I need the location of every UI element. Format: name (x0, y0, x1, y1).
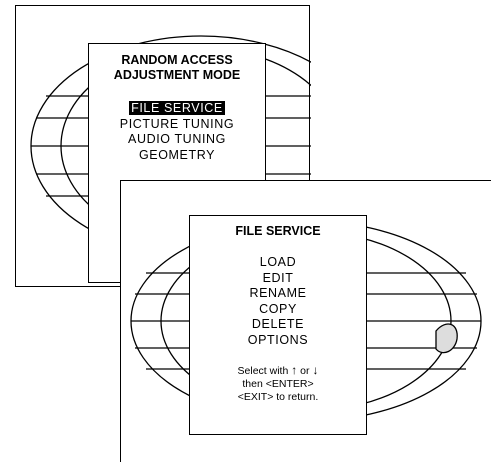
hint-or: or (300, 365, 310, 377)
up-arrow-icon: ↑ (291, 363, 298, 377)
menu-item-delete[interactable]: DELETE (190, 317, 366, 333)
front-screen: FILE SERVICE LOAD EDIT RENAME COPY DELET… (120, 180, 491, 462)
menu-item-file-service[interactable]: FILE SERVICE (89, 101, 265, 117)
menu-item-edit[interactable]: EDIT (190, 271, 366, 287)
menu-item-options[interactable]: OPTIONS (190, 333, 366, 349)
menu-item-label: FILE SERVICE (129, 101, 225, 115)
menu-item-geometry[interactable]: GEOMETRY (89, 148, 265, 164)
hint-line2: then <ENTER> (242, 378, 314, 390)
file-service-menu: FILE SERVICE LOAD EDIT RENAME COPY DELET… (189, 215, 367, 435)
menu-item-rename[interactable]: RENAME (190, 286, 366, 302)
down-arrow-icon: ↓ (312, 363, 319, 377)
menu-item-load[interactable]: LOAD (190, 255, 366, 271)
menu-item-label: GEOMETRY (138, 147, 216, 162)
menu-title-line1: RANDOM ACCESS (121, 53, 233, 67)
hint-prefix: Select with (237, 365, 289, 377)
hint-line1: Select with ↑ or ↓ (190, 364, 366, 378)
menu-item-audio-tuning[interactable]: AUDIO TUNING (89, 132, 265, 148)
menu-item-picture-tuning[interactable]: PICTURE TUNING (89, 117, 265, 133)
menu-title: FILE SERVICE (235, 224, 321, 238)
hint-line3: <EXIT> to return. (237, 391, 319, 403)
menu-item-copy[interactable]: COPY (190, 302, 366, 318)
menu-item-label: PICTURE TUNING (119, 116, 235, 131)
menu-title-line2: ADJUSTMENT MODE (113, 68, 241, 82)
menu-item-label: AUDIO TUNING (128, 132, 226, 146)
